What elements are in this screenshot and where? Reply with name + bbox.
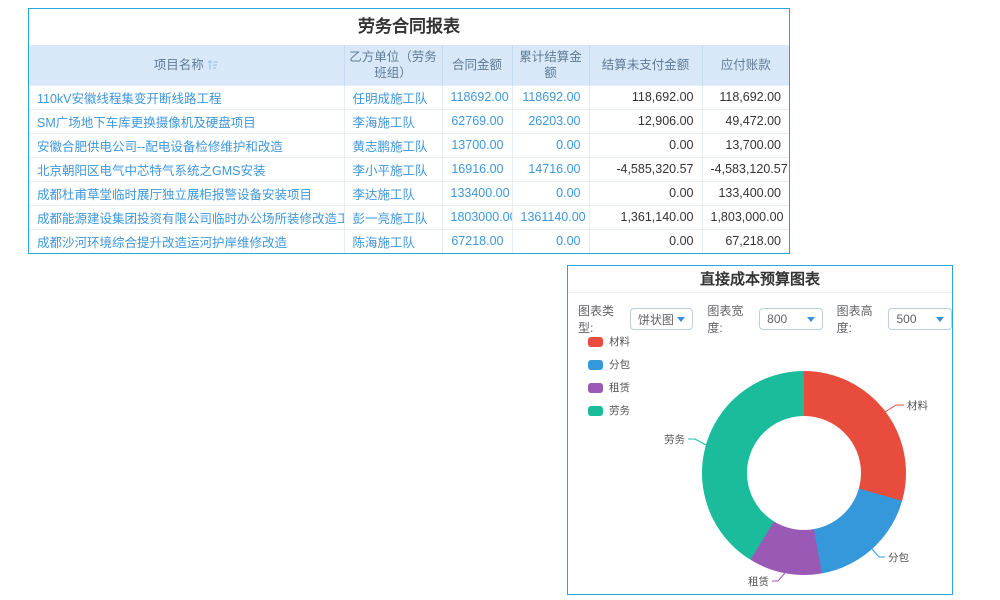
legend-swatch <box>588 360 603 370</box>
legend-item-labor[interactable]: 劳务 <box>588 403 630 418</box>
settled-amount-cell: 0.00 <box>512 133 589 157</box>
table-row: 110kV安徽线程集变开断线路工程任明成施工队118692.00118692.0… <box>29 85 789 109</box>
settled-amount-cell: 0.00 <box>512 181 589 205</box>
report-table-body: 110kV安徽线程集变开断线路工程任明成施工队118692.00118692.0… <box>29 85 789 253</box>
legend-swatch <box>588 406 603 416</box>
unpaid-amount-cell: 0.00 <box>589 133 702 157</box>
chart-type-value: 饼状图 <box>638 311 674 328</box>
header-row: 项目名称 乙方单位（劳务班组） 合同金额 累计结算金额 结算未支付金额 应付账款 <box>29 45 789 85</box>
table-row: 成都杜甫草堂临时展厅独立展柜报警设备安装项目李达施工队133400.000.00… <box>29 181 789 205</box>
slice-label-labor: 劳务 <box>664 433 685 446</box>
contractor-cell: 陈海施工队 <box>344 229 442 253</box>
settled-amount-cell: 118692.00 <box>512 85 589 109</box>
legend-label: 租赁 <box>609 380 630 395</box>
legend-label: 材料 <box>609 334 630 349</box>
contractor-cell: 黄志鹏施工队 <box>344 133 442 157</box>
unpaid-amount-cell: 0.00 <box>589 181 702 205</box>
project-name-cell[interactable]: 安徽合肥供电公司--配电设备检修维护和改造 <box>29 133 344 157</box>
payable-amount-cell: 1,803,000.00 <box>702 205 789 229</box>
labor-contract-report: 劳务合同报表 项目名称 乙方单位（劳务班组） 合同金额 累计结算金额 结算未支付… <box>28 8 790 254</box>
chart-width-select[interactable]: 800 <box>759 308 823 330</box>
contract-amount-cell: 16916.00 <box>442 157 512 181</box>
contract-amount-cell: 118692.00 <box>442 85 512 109</box>
slice-label-material: 材料 <box>907 399 928 412</box>
payable-amount-cell: 49,472.00 <box>702 109 789 133</box>
column-header-payable: 应付账款 <box>702 45 789 85</box>
contractor-cell: 李海施工队 <box>344 109 442 133</box>
chart-width-control: 图表宽度: 800 <box>707 302 822 336</box>
slice-label-lease: 租赁 <box>748 575 769 588</box>
chevron-down-icon <box>807 317 815 322</box>
contractor-cell: 彭一亮施工队 <box>344 205 442 229</box>
chevron-down-icon <box>677 317 685 322</box>
settled-amount-cell: 0.00 <box>512 229 589 253</box>
settled-amount-cell: 1361140.00 <box>512 205 589 229</box>
slice-label-subcontract: 分包 <box>888 551 909 564</box>
report-title: 劳务合同报表 <box>29 9 789 45</box>
chart-controls: 图表类型: 饼状图 图表宽度: 800 图表高度: 500 <box>568 293 952 336</box>
table-row: 成都沙河环境综合提升改造运河护岸维修改造陈海施工队67218.000.000.0… <box>29 229 789 253</box>
payable-amount-cell: 118,692.00 <box>702 85 789 109</box>
chart-height-select[interactable]: 500 <box>888 308 952 330</box>
donut-hole <box>747 416 861 530</box>
contractor-cell: 李小平施工队 <box>344 157 442 181</box>
chart-type-control: 图表类型: 饼状图 <box>578 302 693 336</box>
unpaid-amount-cell: 12,906.00 <box>589 109 702 133</box>
project-name-cell[interactable]: 成都沙河环境综合提升改造运河护岸维修改造 <box>29 229 344 253</box>
project-name-cell[interactable]: 110kV安徽线程集变开断线路工程 <box>29 85 344 109</box>
unpaid-amount-cell: 1,361,140.00 <box>589 205 702 229</box>
chevron-down-icon <box>936 317 944 322</box>
legend-swatch <box>588 383 603 393</box>
contract-amount-cell: 62769.00 <box>442 109 512 133</box>
settled-amount-cell: 26203.00 <box>512 109 589 133</box>
table-row: SM广场地下车库更换摄像机及硬盘项目李海施工队62769.0026203.001… <box>29 109 789 133</box>
sort-icon[interactable] <box>207 59 219 71</box>
direct-cost-chart-panel: 直接成本预算图表 图表类型: 饼状图 图表宽度: 800 图表高度: 500 <box>567 265 953 595</box>
contract-amount-cell: 13700.00 <box>442 133 512 157</box>
project-name-cell[interactable]: 成都能源建设集团投资有限公司临时办公场所装修改造工程EPC <box>29 205 344 229</box>
unpaid-amount-cell: 118,692.00 <box>589 85 702 109</box>
legend-item-subcontract[interactable]: 分包 <box>588 357 630 372</box>
chart-width-label: 图表宽度: <box>707 302 755 336</box>
legend-label: 分包 <box>609 357 630 372</box>
column-header-unpaid-amount: 结算未支付金额 <box>589 45 702 85</box>
chart-legend: 材料 分包 租赁 劳务 <box>588 334 630 418</box>
chart-height-control: 图表高度: 500 <box>837 302 952 336</box>
payable-amount-cell: 13,700.00 <box>702 133 789 157</box>
report-table: 项目名称 乙方单位（劳务班组） 合同金额 累计结算金额 结算未支付金额 应付账款… <box>29 45 789 253</box>
payable-amount-cell: 133,400.00 <box>702 181 789 205</box>
unpaid-amount-cell: 0.00 <box>589 229 702 253</box>
table-row: 成都能源建设集团投资有限公司临时办公场所装修改造工程EPC彭一亮施工队18030… <box>29 205 789 229</box>
contract-amount-cell: 133400.00 <box>442 181 512 205</box>
payable-amount-cell: 67,218.00 <box>702 229 789 253</box>
legend-item-lease[interactable]: 租赁 <box>588 380 630 395</box>
table-row: 安徽合肥供电公司--配电设备检修维护和改造黄志鹏施工队13700.000.000… <box>29 133 789 157</box>
project-name-cell[interactable]: 成都杜甫草堂临时展厅独立展柜报警设备安装项目 <box>29 181 344 205</box>
contractor-cell: 李达施工队 <box>344 181 442 205</box>
chart-height-label: 图表高度: <box>837 302 885 336</box>
legend-swatch <box>588 337 603 347</box>
chart-title: 直接成本预算图表 <box>568 266 952 293</box>
contract-amount-cell: 67218.00 <box>442 229 512 253</box>
chart-width-value: 800 <box>767 312 787 326</box>
contractor-cell: 任明成施工队 <box>344 85 442 109</box>
payable-amount-cell: -4,583,120.57 <box>702 157 789 181</box>
column-header-label: 项目名称 <box>154 58 204 72</box>
column-header-contractor: 乙方单位（劳务班组） <box>344 45 442 85</box>
column-header-project-name[interactable]: 项目名称 <box>29 45 344 85</box>
column-header-settled-amount: 累计结算金额 <box>512 45 589 85</box>
legend-label: 劳务 <box>609 403 630 418</box>
settled-amount-cell: 14716.00 <box>512 157 589 181</box>
table-row: 北京朝阳区电气中芯特气系统之GMS安装李小平施工队16916.0014716.0… <box>29 157 789 181</box>
unpaid-amount-cell: -4,585,320.57 <box>589 157 702 181</box>
legend-item-material[interactable]: 材料 <box>588 334 630 349</box>
column-header-contract-amount: 合同金额 <box>442 45 512 85</box>
project-name-cell[interactable]: 北京朝阳区电气中芯特气系统之GMS安装 <box>29 157 344 181</box>
project-name-cell[interactable]: SM广场地下车库更换摄像机及硬盘项目 <box>29 109 344 133</box>
contract-amount-cell: 1803000.00 <box>442 205 512 229</box>
chart-height-value: 500 <box>896 312 916 326</box>
chart-type-select[interactable]: 饼状图 <box>630 308 694 330</box>
chart-type-label: 图表类型: <box>578 302 626 336</box>
